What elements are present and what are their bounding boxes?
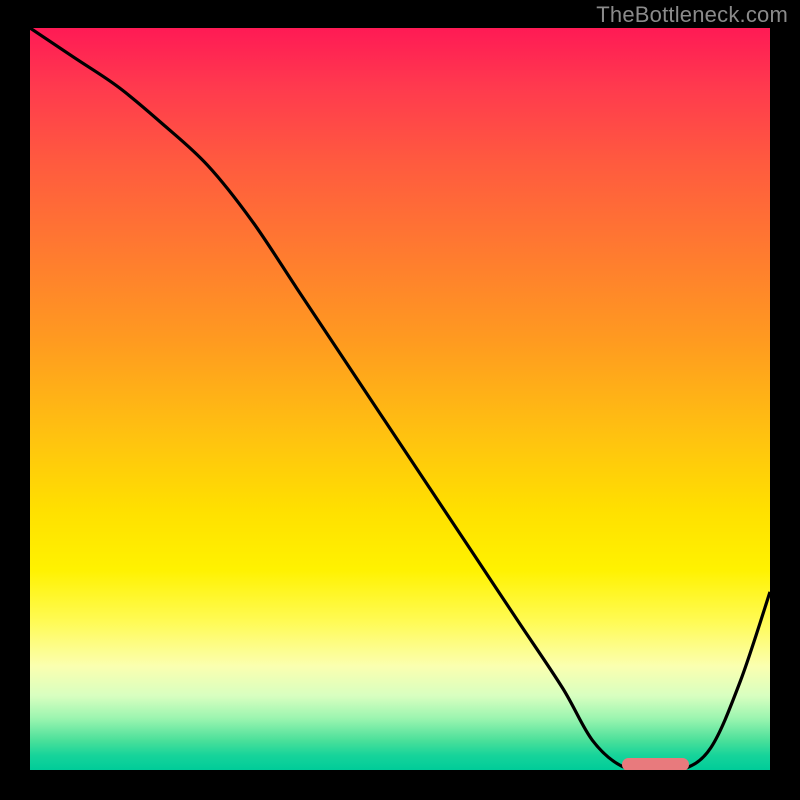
bottleneck-curve [30, 28, 770, 770]
y-axis [24, 22, 30, 778]
optimal-range-marker [622, 758, 689, 770]
x-axis [24, 770, 776, 776]
watermark-text: TheBottleneck.com [596, 2, 788, 28]
plot-area [30, 28, 770, 770]
chart-frame: TheBottleneck.com [0, 0, 800, 800]
curve-path [30, 28, 770, 770]
